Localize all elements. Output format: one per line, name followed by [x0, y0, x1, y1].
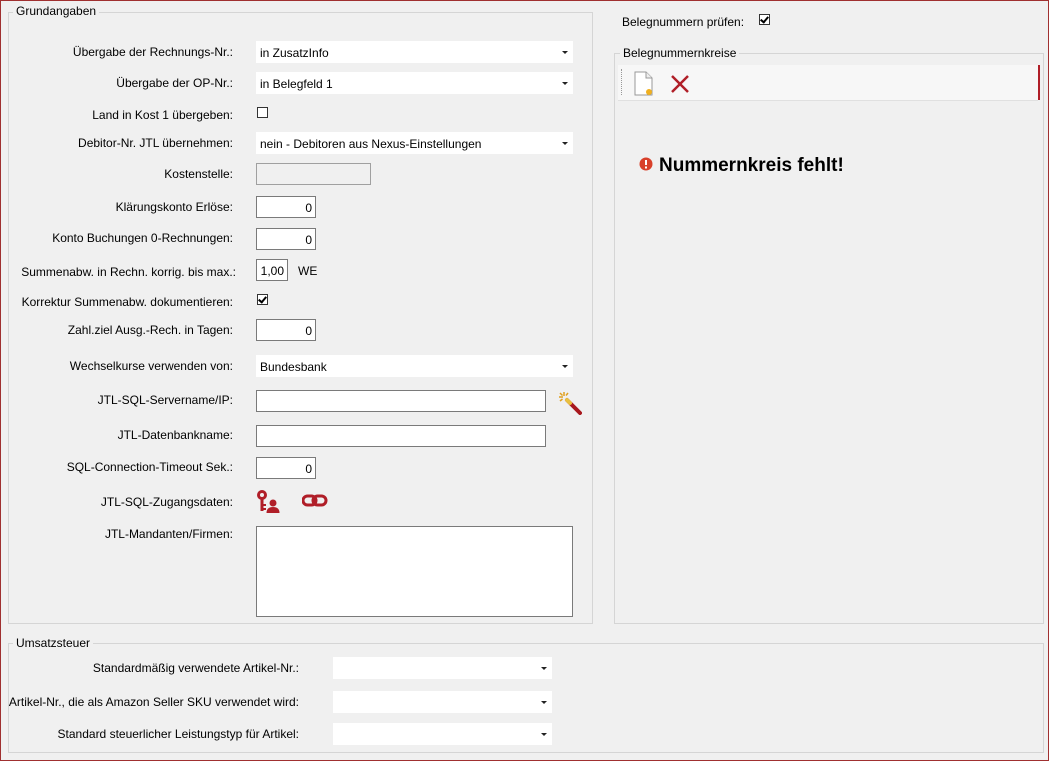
- toolbar-grip: [621, 69, 624, 95]
- rechnungs-nr-label: Übergabe der Rechnungs-Nr.:: [72, 45, 233, 59]
- mandanten-label: JTL-Mandanten/Firmen:: [104, 527, 233, 541]
- land-kost-label: Land in Kost 1 übergeben:: [92, 108, 233, 122]
- zugangsdaten-label: JTL-SQL-Zugangsdaten:: [100, 495, 233, 509]
- land-kost-checkbox[interactable]: [257, 107, 268, 118]
- konto0-label: Konto Buchungen 0-Rechnungen:: [52, 231, 233, 245]
- korrektur-label: Korrektur Summenabw. dokumentieren:: [21, 295, 233, 309]
- op-nr-select[interactable]: in Belegfeld 1: [256, 72, 573, 94]
- amazon-sku-label: Artikel-Nr., die als Amazon Seller SKU v…: [8, 695, 299, 709]
- klaerungskonto-field[interactable]: 0: [256, 196, 316, 218]
- toolbar-right-edge: [1038, 65, 1040, 100]
- korrektur-checkbox[interactable]: [257, 294, 268, 305]
- chevron-down-icon[interactable]: [562, 82, 568, 85]
- chevron-down-icon[interactable]: [562, 51, 568, 54]
- belegnummern-pruefen-checkbox[interactable]: [759, 14, 770, 25]
- belegnummern-pruefen-label: Belegnummern prüfen:: [622, 15, 745, 29]
- servername-label: JTL-SQL-Servername/IP:: [97, 393, 233, 407]
- debitor-select[interactable]: nein - Debitoren aus Nexus-Einstellungen: [256, 132, 573, 154]
- chevron-down-icon[interactable]: [541, 733, 547, 736]
- summenabw-unit: WE: [298, 264, 318, 278]
- artikel-nr-label: Standardmäßig verwendete Artikel-Nr.:: [92, 661, 299, 675]
- datenbank-label: JTL-Datenbankname:: [117, 428, 233, 442]
- wechselkurse-value: Bundesbank: [260, 360, 327, 374]
- zahlziel-field[interactable]: 0: [256, 319, 316, 341]
- debitor-label: Debitor-Nr. JTL übernehmen:: [78, 136, 233, 150]
- wechselkurse-label: Wechselkurse verwenden von:: [69, 359, 233, 373]
- mandanten-list[interactable]: [256, 526, 573, 617]
- servername-field[interactable]: [256, 390, 546, 412]
- wechselkurse-select[interactable]: Bundesbank: [256, 355, 573, 377]
- timeout-field[interactable]: 0: [256, 457, 316, 479]
- klaerungskonto-label: Klärungskonto Erlöse:: [115, 200, 233, 214]
- belegnummernkreise-group: [614, 53, 1044, 624]
- op-nr-value: in Belegfeld 1: [260, 77, 333, 91]
- key-user-icon[interactable]: [255, 489, 281, 515]
- leistungstyp-label: Standard steuerlicher Leistungstyp für A…: [57, 727, 299, 741]
- summenabw-field[interactable]: 1,00: [256, 259, 288, 281]
- zahlziel-label: Zahl.ziel Ausg.-Rech. in Tagen:: [67, 323, 233, 337]
- magic-wand-icon[interactable]: [558, 391, 582, 415]
- belegnummernkreise-title: Belegnummernkreise: [620, 46, 740, 60]
- timeout-label: SQL-Connection-Timeout Sek.:: [66, 460, 233, 474]
- debitor-value: nein - Debitoren aus Nexus-Einstellungen: [260, 137, 482, 151]
- grundangaben-title: Grundangaben: [13, 4, 100, 18]
- umsatzsteuer-title: Umsatzsteuer: [13, 636, 94, 650]
- chevron-down-icon[interactable]: [541, 701, 547, 704]
- amazon-sku-select[interactable]: [333, 691, 552, 713]
- rechnungs-nr-value: in ZusatzInfo: [260, 46, 329, 60]
- rechnungs-nr-select[interactable]: in ZusatzInfo: [256, 41, 573, 63]
- chevron-down-icon[interactable]: [541, 667, 547, 670]
- artikel-nr-select[interactable]: [333, 657, 552, 679]
- chevron-down-icon[interactable]: [562, 142, 568, 145]
- error-icon: [639, 157, 653, 171]
- summenabw-label: Summenabw. in Rechn. korrig. bis max.:: [21, 265, 236, 279]
- datenbank-field[interactable]: [256, 425, 546, 447]
- op-nr-label: Übergabe der OP-Nr.:: [116, 76, 233, 90]
- new-document-icon[interactable]: [632, 71, 656, 97]
- link-icon[interactable]: [301, 491, 328, 511]
- error-message: Nummernkreis fehlt!: [659, 155, 844, 176]
- kostenstelle-field[interactable]: [256, 163, 371, 185]
- leistungstyp-select[interactable]: [333, 723, 552, 745]
- kostenstelle-label: Kostenstelle:: [164, 167, 233, 181]
- delete-x-icon[interactable]: [669, 73, 691, 95]
- belegnummernkreise-toolbar: [618, 65, 1038, 101]
- chevron-down-icon[interactable]: [562, 365, 568, 368]
- konto0-field[interactable]: 0: [256, 228, 316, 250]
